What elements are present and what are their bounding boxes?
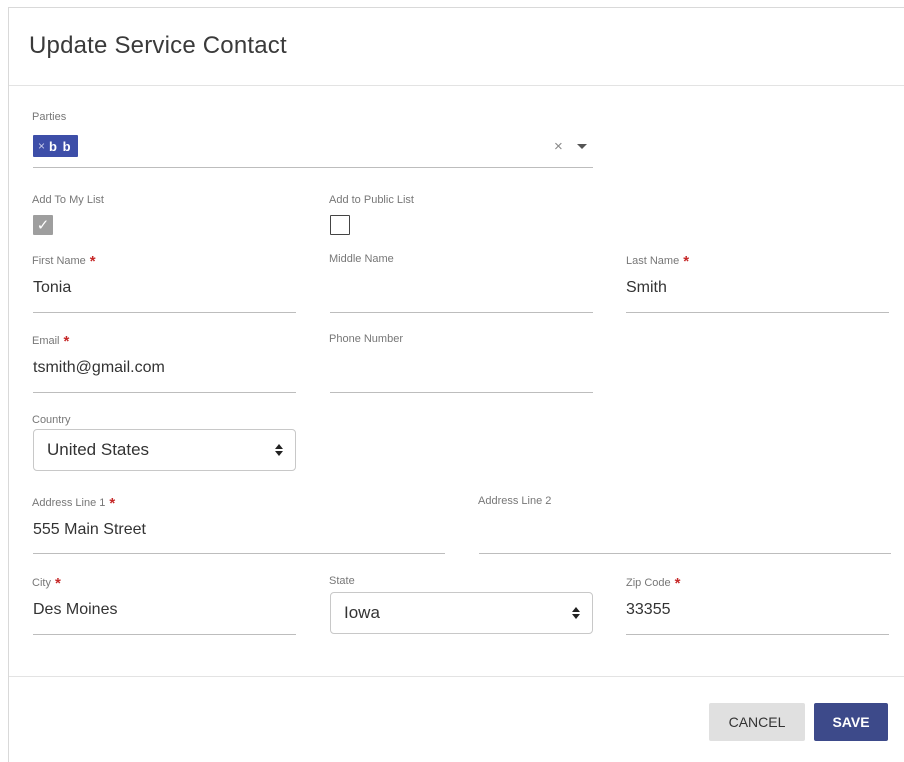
address-line-2-underline (479, 553, 891, 554)
phone-number-underline (330, 392, 593, 393)
parties-label: Parties (32, 111, 67, 123)
required-marker: * (54, 575, 61, 592)
middle-name-underline (330, 312, 593, 313)
cancel-button[interactable]: CANCEL (709, 703, 805, 741)
required-marker: * (109, 495, 116, 512)
address-line-1-label: Address Line 1 * (32, 495, 116, 512)
first-name-underline (33, 312, 296, 313)
email-label: Email * (32, 333, 70, 350)
zip-code-label: Zip Code * (626, 575, 681, 592)
select-arrows-icon (572, 607, 580, 619)
footer-divider (9, 676, 904, 677)
last-name-input[interactable]: Smith (626, 279, 667, 297)
last-name-underline (626, 312, 889, 313)
phone-number-input[interactable] (330, 359, 592, 381)
save-button[interactable]: SAVE (814, 703, 888, 741)
required-marker: * (674, 575, 681, 592)
add-to-public-list-label: Add to Public List (329, 194, 414, 206)
state-label: State (329, 575, 355, 587)
required-marker: * (683, 253, 690, 270)
zip-code-underline (626, 634, 889, 635)
dialog-title: Update Service Contact (29, 32, 287, 59)
city-underline (33, 634, 296, 635)
address-line-1-input[interactable]: 555 Main Street (33, 521, 146, 539)
city-label: City * (32, 575, 61, 592)
country-value: United States (47, 440, 150, 459)
address-line-2-label: Address Line 2 (478, 495, 552, 507)
required-marker: * (63, 333, 70, 350)
state-value: Iowa (344, 603, 380, 622)
last-name-label: Last Name * (626, 253, 690, 270)
address-line-2-input[interactable] (479, 521, 889, 543)
email-input[interactable]: tsmith@gmail.com (33, 359, 165, 377)
required-marker: * (89, 253, 96, 270)
add-to-my-list-checkbox[interactable]: ✓ (33, 215, 53, 235)
middle-name-label: Middle Name (329, 253, 394, 265)
dialog-header: Update Service Contact (9, 8, 904, 86)
first-name-label: First Name * (32, 253, 96, 270)
add-to-my-list-label: Add To My List (32, 194, 104, 206)
update-service-contact-dialog: Update Service Contact Parties × b b × A… (8, 7, 904, 762)
zip-code-input[interactable]: 33355 (626, 601, 671, 619)
add-to-public-list-checkbox[interactable] (330, 215, 350, 235)
email-underline (33, 392, 296, 393)
country-select[interactable]: United States (33, 429, 296, 471)
select-arrows-icon (275, 444, 283, 456)
phone-number-label: Phone Number (329, 333, 403, 345)
parties-select[interactable] (33, 124, 593, 168)
country-label: Country (32, 414, 71, 426)
checkmark-icon: ✓ (36, 216, 50, 234)
state-select[interactable]: Iowa (330, 592, 593, 634)
middle-name-input[interactable] (330, 279, 592, 301)
city-input[interactable]: Des Moines (33, 601, 117, 619)
address-line-1-underline (33, 553, 445, 554)
first-name-input[interactable]: Tonia (33, 279, 71, 297)
